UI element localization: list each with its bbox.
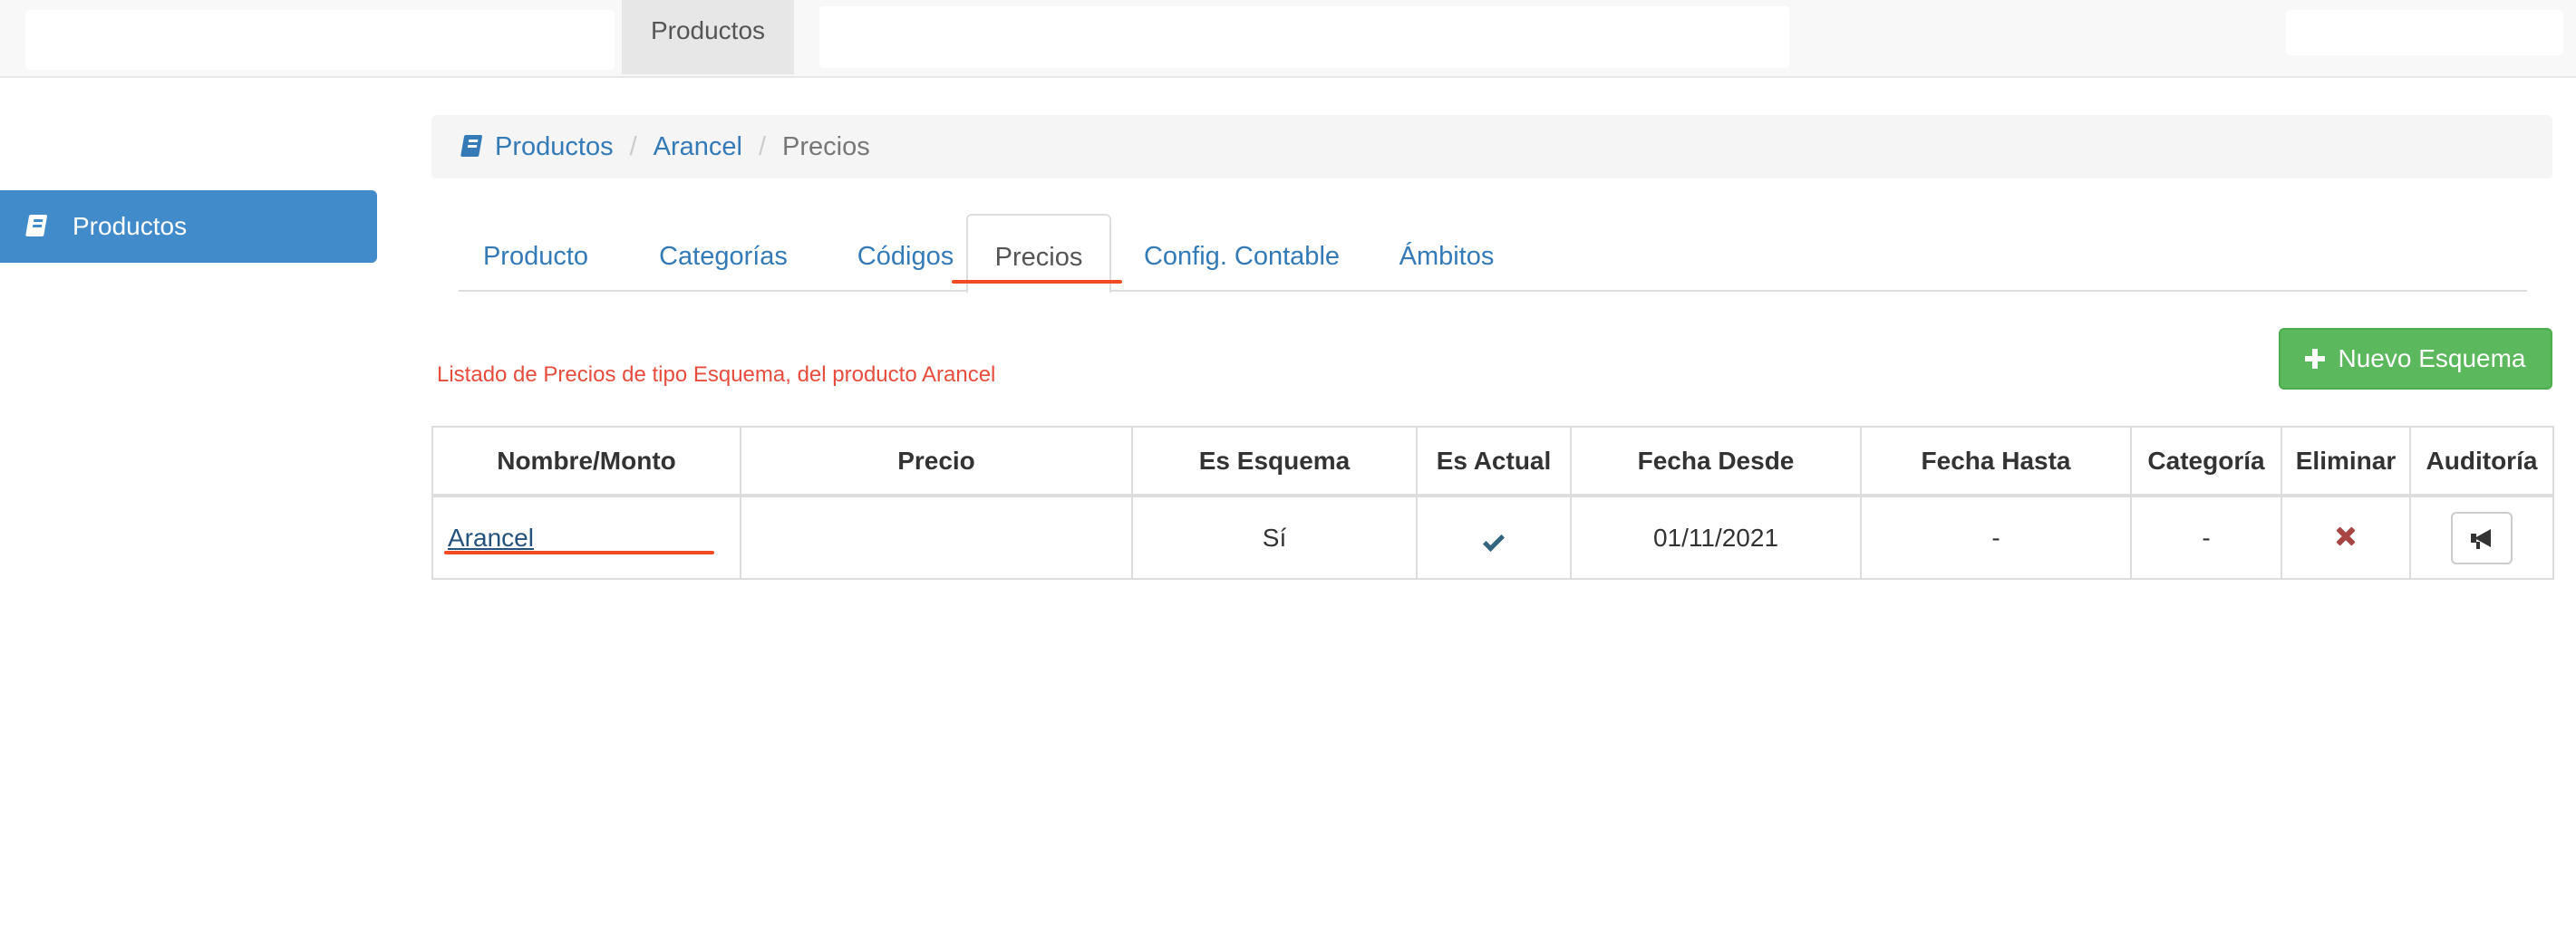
cell-es-actual xyxy=(1416,495,1572,580)
nuevo-esquema-label: Nuevo Esquema xyxy=(2338,344,2526,372)
top-navbar: Productos xyxy=(0,0,2576,78)
tab-producto[interactable]: Producto xyxy=(459,214,613,292)
cell-auditoria xyxy=(2409,495,2554,580)
column-header-fecha-hasta: Fecha Hasta xyxy=(1860,426,2132,497)
tab-active-highlight xyxy=(952,280,1122,284)
book-icon xyxy=(460,135,485,159)
top-nav-item-productos[interactable]: Productos xyxy=(622,0,794,74)
cell-precio xyxy=(740,495,1133,580)
column-header-auditoria: Auditoría xyxy=(2409,426,2554,497)
sidebar-item-productos[interactable]: Productos xyxy=(0,190,377,263)
cell-fecha-hasta: - xyxy=(1860,495,2132,580)
price-name-link[interactable]: Arancel xyxy=(448,524,534,552)
prices-table: Nombre/Monto Precio Es Esquema Es Actual… xyxy=(431,426,2554,580)
sidebar-item-label: Productos xyxy=(73,212,188,240)
column-header-es-esquema: Es Esquema xyxy=(1131,426,1418,497)
cell-es-esquema: Sí xyxy=(1131,495,1418,580)
cell-eliminar xyxy=(2281,495,2411,580)
book-icon xyxy=(25,215,50,238)
column-header-es-actual: Es Actual xyxy=(1416,426,1572,497)
top-navbar-blank-center xyxy=(819,6,1789,68)
name-highlight-underline xyxy=(444,551,714,554)
column-header-precio: Precio xyxy=(740,426,1133,497)
cell-fecha-desde: 01/11/2021 xyxy=(1570,495,1862,580)
breadcrumb-current: Precios xyxy=(782,131,870,161)
table-row: Arancel Sí 01/11/2021 - - xyxy=(431,495,2554,580)
megaphone-icon xyxy=(2471,528,2493,549)
breadcrumb-link-productos[interactable]: Productos xyxy=(495,132,614,162)
tab-categorias[interactable]: Categorías xyxy=(616,214,830,292)
column-header-fecha-desde: Fecha Desde xyxy=(1570,426,1862,497)
breadcrumb-separator: / xyxy=(758,131,767,161)
column-header-eliminar: Eliminar xyxy=(2281,426,2411,497)
breadcrumb-link-arancel[interactable]: Arancel xyxy=(654,132,742,162)
top-navbar-blank-right xyxy=(2286,10,2563,55)
cell-categoria: - xyxy=(2130,495,2282,580)
plus-icon xyxy=(2305,349,2326,369)
tab-ambitos[interactable]: Ámbitos xyxy=(1369,214,1525,292)
breadcrumb: Productos / Arancel / Precios xyxy=(431,115,2552,178)
tab-bar: Producto Categorías Códigos Precios Conf… xyxy=(459,214,2527,294)
column-header-nombre: Nombre/Monto xyxy=(431,426,741,497)
delete-x-icon[interactable] xyxy=(2336,526,2356,546)
audit-button[interactable] xyxy=(2451,511,2513,564)
table-header-row: Nombre/Monto Precio Es Esquema Es Actual… xyxy=(431,426,2554,497)
nuevo-esquema-button[interactable]: Nuevo Esquema xyxy=(2279,328,2552,390)
top-navbar-blank-left xyxy=(25,10,615,70)
list-description: Listado de Precios de tipo Esquema, del … xyxy=(437,362,996,387)
breadcrumb-separator: / xyxy=(629,131,637,161)
tab-config-contable[interactable]: Config. Contable xyxy=(1115,214,1369,292)
column-header-categoria: Categoría xyxy=(2130,426,2282,497)
check-icon xyxy=(1482,529,1506,552)
cell-nombre: Arancel xyxy=(431,495,741,580)
